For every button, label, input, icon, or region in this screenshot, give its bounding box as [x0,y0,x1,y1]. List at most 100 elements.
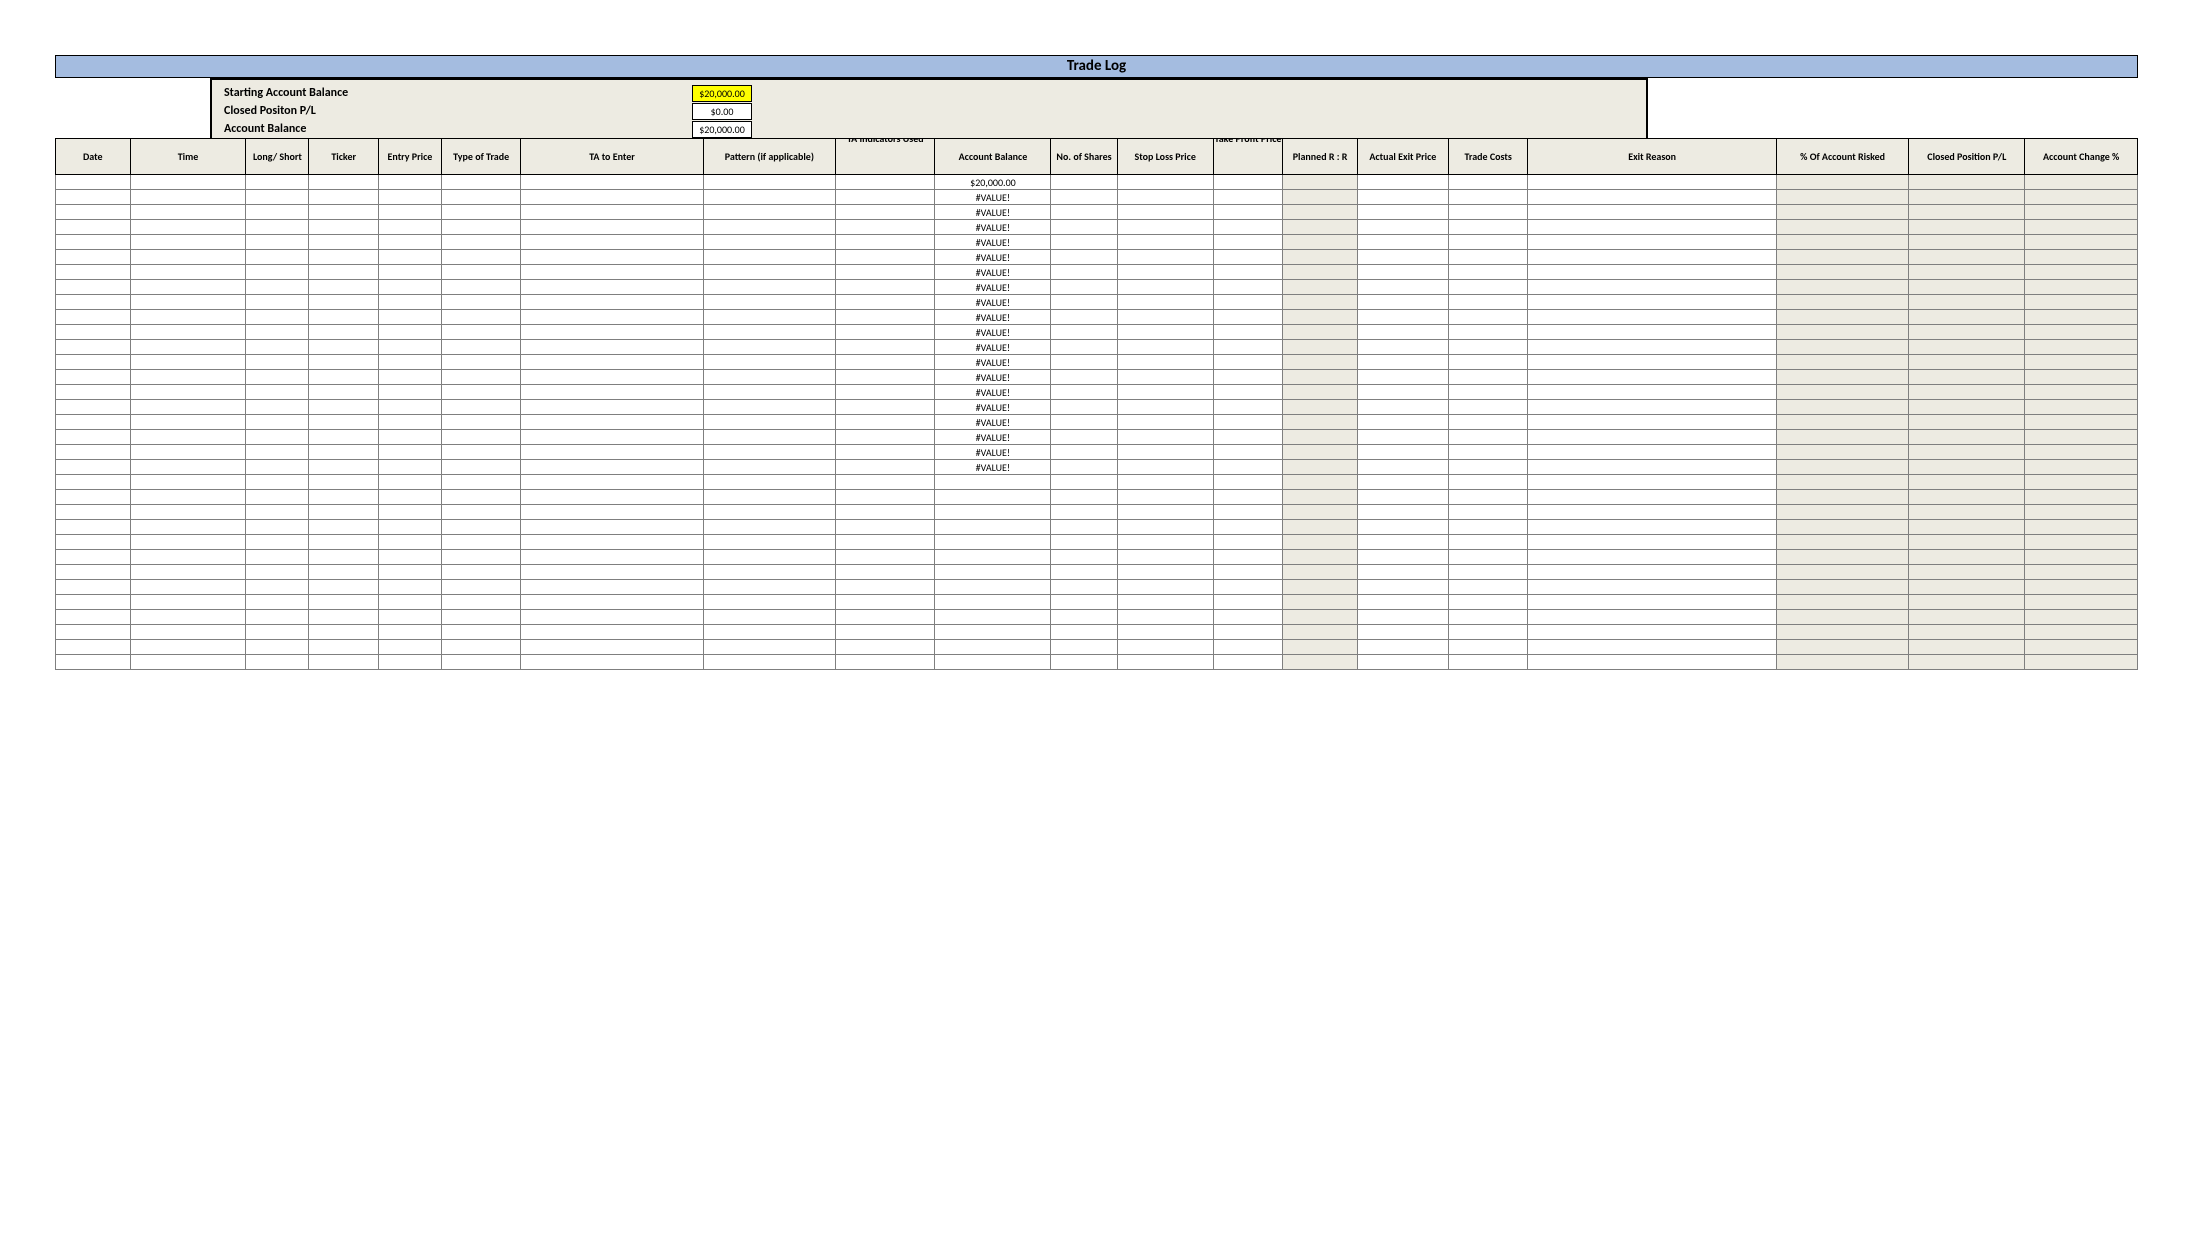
cell[interactable] [309,175,379,190]
cell[interactable] [130,400,246,415]
summary-value-starting[interactable]: $20,000.00 [692,85,752,102]
col-pct-account-risked[interactable]: % Of Account Risked [1776,139,1909,175]
cell[interactable] [130,610,246,625]
cell[interactable] [1528,565,1776,580]
cell[interactable] [1283,550,1358,565]
cell[interactable] [1776,535,1909,550]
cell[interactable]: #VALUE! [935,265,1051,280]
cell[interactable] [246,415,309,430]
cell[interactable] [2025,415,2138,430]
cell[interactable] [935,490,1051,505]
cell[interactable] [1776,550,1909,565]
cell[interactable] [1909,310,2025,325]
cell[interactable] [1117,505,1213,520]
cell[interactable] [1283,310,1358,325]
cell[interactable] [441,265,521,280]
cell[interactable] [703,235,836,250]
cell[interactable] [441,580,521,595]
cell[interactable] [1213,340,1283,355]
cell[interactable] [1357,265,1448,280]
cell[interactable] [1117,595,1213,610]
cell[interactable] [1051,190,1117,205]
cell[interactable] [246,430,309,445]
cell[interactable] [441,325,521,340]
cell[interactable] [1213,415,1283,430]
cell[interactable] [1909,190,2025,205]
cell[interactable] [521,235,703,250]
cell[interactable] [521,250,703,265]
cell[interactable] [378,415,441,430]
cell[interactable] [1213,640,1283,655]
cell[interactable] [441,475,521,490]
cell[interactable] [56,310,131,325]
col-time[interactable]: Time [130,139,246,175]
cell[interactable] [130,235,246,250]
cell[interactable] [521,205,703,220]
col-closed-position-pl[interactable]: Closed Position P/L [1909,139,2025,175]
cell[interactable] [1051,295,1117,310]
cell[interactable] [56,325,131,340]
cell[interactable] [1448,520,1528,535]
cell[interactable] [521,370,703,385]
cell[interactable] [56,535,131,550]
cell[interactable] [703,580,836,595]
cell[interactable] [1051,430,1117,445]
cell[interactable] [1213,175,1283,190]
cell[interactable] [1051,565,1117,580]
cell[interactable] [2025,625,2138,640]
cell[interactable] [378,640,441,655]
cell[interactable] [521,595,703,610]
cell[interactable] [130,520,246,535]
cell[interactable] [56,235,131,250]
cell[interactable] [441,220,521,235]
cell[interactable] [1051,640,1117,655]
cell[interactable] [441,595,521,610]
cell[interactable] [56,265,131,280]
cell[interactable] [1528,175,1776,190]
cell[interactable] [1213,265,1283,280]
cell[interactable] [1213,205,1283,220]
cell[interactable] [1448,325,1528,340]
cell[interactable] [130,445,246,460]
cell[interactable] [1283,355,1358,370]
cell[interactable] [130,505,246,520]
cell[interactable] [1283,295,1358,310]
cell[interactable] [1117,625,1213,640]
cell[interactable] [56,175,131,190]
cell[interactable] [309,490,379,505]
cell[interactable] [2025,610,2138,625]
trade-log-table[interactable]: Date Time Long/ Short Ticker Entry Price… [55,138,2138,670]
cell[interactable] [246,205,309,220]
cell[interactable] [703,610,836,625]
cell[interactable] [130,535,246,550]
cell[interactable] [1909,175,2025,190]
cell[interactable] [2025,400,2138,415]
cell[interactable] [703,310,836,325]
cell[interactable] [2025,370,2138,385]
cell[interactable] [1448,535,1528,550]
cell[interactable] [56,475,131,490]
cell[interactable] [56,625,131,640]
cell[interactable] [309,370,379,385]
cell[interactable] [1357,250,1448,265]
cell[interactable] [935,520,1051,535]
cell[interactable] [1776,295,1909,310]
cell[interactable] [2025,535,2138,550]
cell[interactable] [836,445,935,460]
cell[interactable] [246,370,309,385]
cell[interactable] [1448,280,1528,295]
cell[interactable] [1528,340,1776,355]
cell[interactable] [1283,460,1358,475]
cell[interactable] [378,325,441,340]
cell[interactable] [1051,370,1117,385]
cell[interactable] [1283,565,1358,580]
cell[interactable] [1117,295,1213,310]
cell[interactable] [309,475,379,490]
cell[interactable] [935,535,1051,550]
cell[interactable] [2025,340,2138,355]
cell[interactable] [441,235,521,250]
cell[interactable] [1776,580,1909,595]
cell[interactable] [2025,475,2138,490]
cell[interactable] [309,265,379,280]
cell[interactable] [441,520,521,535]
